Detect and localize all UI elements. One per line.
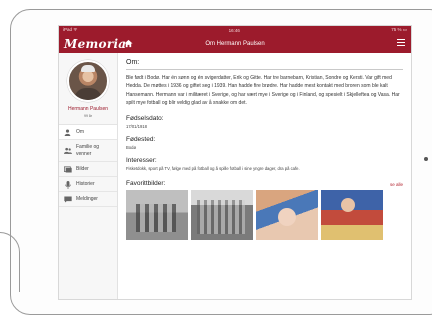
home-button[interactable] [424, 157, 428, 161]
sidebar-item-historier[interactable]: Historier [59, 177, 117, 192]
sidebar-item-familie[interactable]: Familie og venner [59, 140, 117, 162]
birthplace-value: Bodø [126, 144, 137, 150]
interests-label: Interesser: [126, 156, 157, 164]
microphone-icon [64, 180, 71, 189]
sidebar: Hermann Paulsen 99 år Om Familie og venn… [59, 53, 118, 299]
profile-age: 99 år [84, 114, 92, 118]
favorites-label: Favorittbilder: [126, 179, 166, 187]
birthdate-label: Fødselsdato: [126, 114, 164, 122]
profile-card: Hermann Paulsen 99 år [59, 53, 117, 125]
status-bar: iPad ᯤ 16:46 75 % ▭ [59, 26, 411, 34]
home-icon[interactable] [121, 37, 135, 51]
birthplace-field: Fødested: Bodø [126, 136, 403, 150]
app-logo[interactable]: Memoria [59, 37, 126, 51]
see-all-link[interactable]: se alle [390, 182, 403, 187]
photos-icon [63, 165, 72, 173]
profile-name: Hermann Paulsen [67, 106, 109, 112]
divider [126, 69, 403, 70]
nav-bar: Memoria Om Hermann Paulsen [59, 34, 411, 53]
sidebar-item-label: Historier [76, 180, 95, 187]
favorite-photo[interactable] [191, 189, 253, 240]
sidebar-item-label: Familie og venner [76, 144, 100, 157]
birthdate-field: Fødselsdato: 17/01/1918 [126, 115, 403, 129]
birthdate-value: 17/01/1918 [126, 123, 147, 129]
app-screen: iPad ᯤ 16:46 75 % ▭ Memoria Om Hermann P… [58, 25, 412, 300]
birthplace-label: Fødested: [126, 135, 156, 143]
favorite-photo[interactable] [126, 189, 188, 240]
sidebar-item-label: Om [76, 128, 85, 135]
favorites-header: Favorittbilder: se alle [126, 180, 403, 187]
favorite-photo[interactable] [321, 189, 383, 240]
about-heading: Om: [126, 59, 140, 66]
favorite-photos [126, 189, 403, 240]
sidebar-item-meldinger[interactable]: Meldinger [59, 192, 117, 207]
people-icon [64, 147, 72, 154]
status-device: iPad ᯤ [63, 27, 78, 32]
sidebar-item-bilder[interactable]: Bilder [59, 162, 117, 177]
interests-value: Fisketdokk, sport på TV, følge med på fo… [126, 165, 300, 171]
person-icon [64, 129, 71, 136]
sidebar-item-label: Bilder [76, 165, 89, 172]
message-icon [64, 196, 72, 203]
status-battery: 75 % ▭ [391, 27, 407, 32]
status-time: 16:46 [228, 27, 240, 33]
biography-text: Ble født i Bodø. Har én sønn og én svige… [126, 75, 400, 107]
sidebar-item-om[interactable]: Om [59, 125, 117, 140]
hamburger-menu-icon[interactable] [397, 39, 405, 47]
sidebar-item-label: Meldinger [76, 195, 98, 202]
interests-field: Interesser: Fisketdokk, sport på TV, føl… [126, 157, 403, 171]
tablet-edge [0, 232, 20, 292]
profile-content: Om: Ble født i Bodø. Har én sønn og én s… [118, 53, 411, 299]
favorite-photo[interactable] [256, 189, 318, 240]
avatar [67, 60, 109, 102]
